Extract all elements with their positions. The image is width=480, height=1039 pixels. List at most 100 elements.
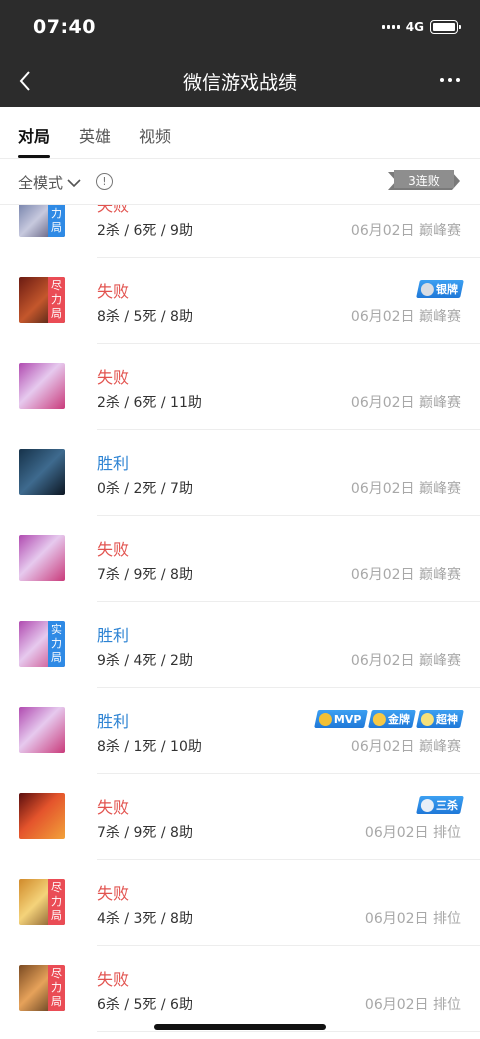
- hero-avatar: [19, 363, 65, 409]
- match-meta: 06月02日 排位: [365, 822, 461, 842]
- status-time: 07:40: [33, 16, 96, 38]
- match-row[interactable]: 尽力局 失败 8杀 / 5死 / 8助 06月02日 巅峰赛 银牌: [0, 258, 480, 344]
- more-options-button[interactable]: [440, 78, 460, 82]
- gold-medal-icon: [373, 712, 386, 726]
- match-date: 06月02日: [364, 825, 429, 841]
- mode-label: 全模式: [18, 174, 64, 192]
- medal-badge: 金牌: [368, 710, 416, 728]
- match-result: 失败: [97, 282, 130, 301]
- tab-heroes[interactable]: 英雄: [79, 123, 111, 147]
- match-row[interactable]: 胜利 8杀 / 1死 / 10助 06月02日 巅峰赛 MVP 金牌 超神: [0, 688, 480, 774]
- kda-stats: 0杀 / 2死 / 7助: [97, 481, 193, 497]
- match-mode: 排位: [433, 997, 461, 1013]
- match-result: 失败: [97, 368, 130, 387]
- silver-medal-icon: [421, 282, 434, 296]
- match-meta: 06月02日 排位: [365, 908, 461, 928]
- match-date: 06月02日: [350, 739, 415, 755]
- mode-dropdown[interactable]: 全模式: [18, 172, 81, 193]
- match-mode: 排位: [433, 911, 461, 927]
- hero-avatar: [19, 707, 65, 753]
- match-meta: 06月02日 巅峰赛: [351, 650, 461, 670]
- match-quality-tag: 尽力局: [48, 277, 65, 323]
- page-title: 微信游戏战绩: [182, 72, 297, 94]
- match-row[interactable]: 实力局 胜利 9杀 / 4死 / 2助 06月02日 巅峰赛: [0, 602, 480, 688]
- streak-text: 3连败: [408, 174, 440, 188]
- match-result: 失败: [97, 205, 130, 215]
- match-meta: 06月02日 巅峰赛: [351, 306, 461, 326]
- kda-stats: 9杀 / 4死 / 2助: [97, 653, 193, 669]
- match-mode: 排位: [433, 825, 461, 841]
- match-date: 06月02日: [350, 653, 415, 669]
- medal-list: 银牌: [416, 280, 464, 298]
- hero-avatar: [19, 793, 65, 839]
- streak-badge: 3连败: [388, 168, 460, 194]
- match-mode: 巅峰赛: [419, 309, 461, 325]
- match-row[interactable]: 尽力局 失败 6杀 / 5死 / 6助 06月02日 排位: [0, 946, 480, 1032]
- match-date: 06月02日: [364, 911, 429, 927]
- match-meta: 06月02日 巅峰赛: [351, 736, 461, 756]
- medal-label: 金牌: [388, 713, 410, 726]
- hero-avatar: [19, 535, 65, 581]
- match-result: 胜利: [97, 454, 130, 473]
- match-mode: 巅峰赛: [419, 653, 461, 669]
- kda-stats: 7杀 / 9死 / 8助: [97, 567, 193, 583]
- match-meta: 06月02日 巅峰赛: [351, 564, 461, 584]
- network-type: 4G: [405, 20, 424, 34]
- kda-stats: 8杀 / 5死 / 8助: [97, 309, 193, 325]
- match-row[interactable]: 失败 7杀 / 9死 / 8助 06月02日 排位 三杀: [0, 774, 480, 860]
- match-mode: 巅峰赛: [419, 567, 461, 583]
- medal-label: 银牌: [436, 283, 458, 296]
- medal-badge: 三杀: [416, 796, 464, 814]
- match-date: 06月02日: [364, 997, 429, 1013]
- kda-stats: 6杀 / 5死 / 6助: [97, 997, 193, 1013]
- status-indicators: 4G: [381, 20, 461, 34]
- sword-icon: [421, 712, 434, 726]
- match-meta: 06月02日 巅峰赛: [351, 392, 461, 412]
- filter-bar: 全模式 ! 3连败: [0, 160, 480, 205]
- match-row[interactable]: 失败 7杀 / 9死 / 8助 06月02日 巅峰赛: [0, 516, 480, 602]
- medal-list: 三杀: [416, 796, 464, 814]
- match-list: 实力局失败2杀 / 6死 / 9助06月02日 巅峰赛尽力局失败8杀 / 5死 …: [0, 205, 480, 1039]
- match-row[interactable]: 胜利 0杀 / 2死 / 7助 06月02日 巅峰赛: [0, 430, 480, 516]
- medal-badge: 银牌: [416, 280, 464, 298]
- match-quality-tag: 实力局: [48, 205, 65, 237]
- match-mode: 巅峰赛: [419, 481, 461, 497]
- match-result: 失败: [97, 798, 130, 817]
- match-date: 06月02日: [350, 567, 415, 583]
- match-result: 失败: [97, 884, 130, 903]
- tab-bar: 对局 英雄 视频: [0, 107, 480, 159]
- match-quality-tag: 尽力局: [48, 879, 65, 925]
- match-row[interactable]: 失败 2杀 / 6死 / 11助 06月02日 巅峰赛: [0, 344, 480, 430]
- info-icon[interactable]: !: [96, 173, 113, 190]
- signal-icon: [381, 25, 400, 29]
- hero-avatar: 尽力局: [19, 879, 65, 925]
- match-row[interactable]: 尽力局 失败 4杀 / 3死 / 8助 06月02日 排位: [0, 860, 480, 946]
- medal-badge: 超神: [416, 710, 464, 728]
- match-mode: 巅峰赛: [419, 739, 461, 755]
- mvp-trophy-icon: [319, 712, 333, 726]
- chevron-down-icon: [67, 178, 81, 187]
- tab-videos[interactable]: 视频: [139, 123, 171, 147]
- kda-stats: 2杀 / 6死 / 11助: [97, 395, 202, 411]
- active-tab-indicator: [18, 155, 50, 158]
- match-quality-tag: 实力局: [48, 621, 65, 667]
- medal-list: MVP 金牌 超神: [314, 710, 464, 728]
- triple-kill-icon: [421, 798, 434, 812]
- hero-avatar: 尽力局: [19, 277, 65, 323]
- home-indicator: [154, 1024, 326, 1030]
- match-quality-tag: 尽力局: [48, 965, 65, 1011]
- match-row[interactable]: 实力局 失败 2杀 / 6死 / 9助 06月02日 巅峰赛: [0, 205, 480, 258]
- medal-badge: MVP: [314, 710, 368, 728]
- hero-avatar: 实力局: [19, 621, 65, 667]
- match-mode: 巅峰赛: [419, 223, 461, 239]
- match-mode: 巅峰赛: [419, 395, 461, 411]
- match-result: 胜利: [97, 626, 130, 645]
- match-date: 06月02日: [350, 481, 415, 497]
- medal-label: 三杀: [436, 799, 458, 812]
- match-result: 胜利: [97, 712, 130, 731]
- header: 07:40 4G 微信游戏战绩: [0, 0, 480, 107]
- match-meta: 06月02日 巅峰赛: [351, 478, 461, 498]
- row-divider: [97, 1031, 480, 1032]
- match-result: 失败: [97, 970, 130, 989]
- tab-matches[interactable]: 对局: [18, 123, 50, 147]
